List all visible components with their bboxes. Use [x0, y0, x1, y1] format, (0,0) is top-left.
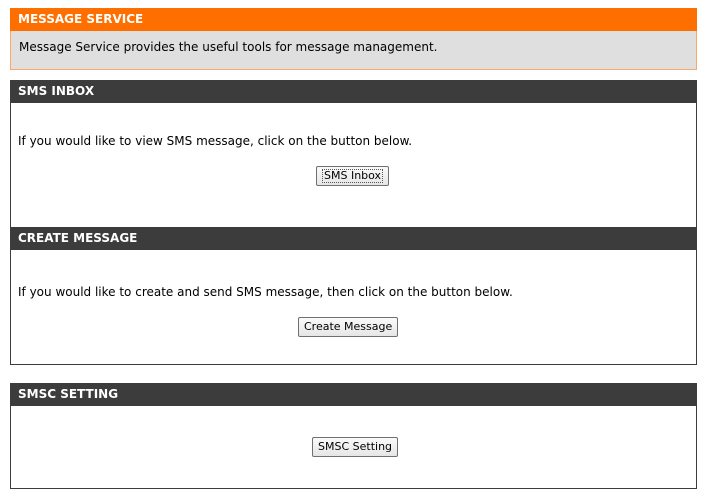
create-message-body: If you would like to create and send SMS… [10, 250, 697, 365]
smsc-setting-body: SMSC Setting [10, 406, 697, 489]
smsc-setting-header: SMSC SETTING [10, 383, 697, 406]
create-message-header: CREATE MESSAGE [10, 227, 697, 250]
sms-inbox-section: SMS INBOX If you would like to view SMS … [10, 80, 697, 231]
message-service-description: Message Service provides the useful tool… [10, 31, 697, 70]
create-message-button-label: Create Message [304, 320, 393, 333]
sms-inbox-instructions: If you would like to view SMS message, c… [18, 134, 413, 148]
smsc-setting-button-label: SMSC Setting [318, 440, 393, 453]
create-message-button[interactable]: Create Message [298, 317, 399, 337]
message-service-page: MESSAGE SERVICE Message Service provides… [0, 0, 702, 489]
sms-inbox-button[interactable]: SMS Inbox [316, 166, 390, 186]
sms-inbox-body: If you would like to view SMS message, c… [10, 103, 697, 231]
message-service-section: MESSAGE SERVICE Message Service provides… [10, 8, 697, 70]
smsc-setting-section: SMSC SETTING SMSC Setting [10, 383, 697, 489]
message-service-header: MESSAGE SERVICE [10, 8, 697, 31]
create-message-section: CREATE MESSAGE If you would like to crea… [10, 227, 697, 365]
create-message-instructions: If you would like to create and send SMS… [18, 285, 513, 299]
sms-inbox-button-label: SMS Inbox [322, 169, 384, 183]
sms-inbox-header: SMS INBOX [10, 80, 697, 103]
smsc-setting-button[interactable]: SMSC Setting [312, 437, 399, 457]
